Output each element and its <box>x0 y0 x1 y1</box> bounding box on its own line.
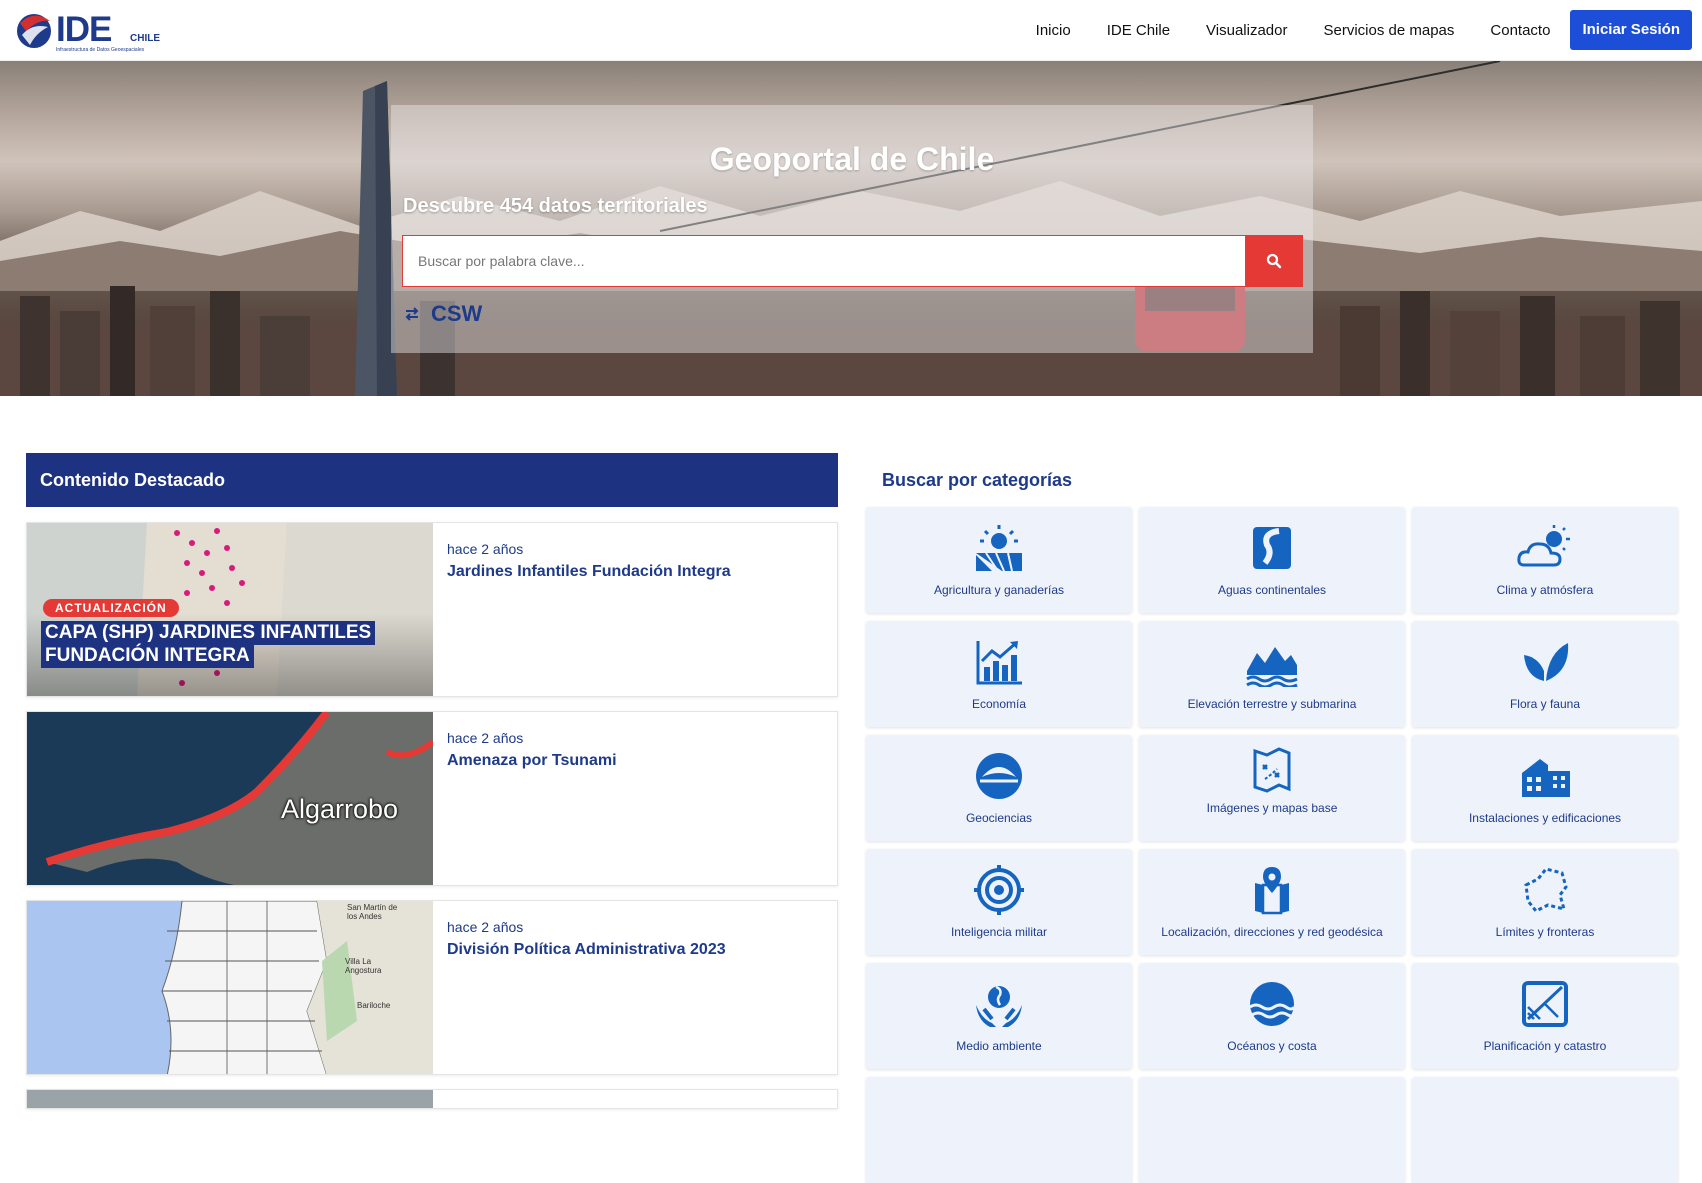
map-label-san-martin: San Martín de los Andes <box>347 903 398 921</box>
category-label: Océanos y costa <box>1227 1039 1317 1053</box>
category-label: Inteligencia militar <box>950 925 1048 939</box>
card-title[interactable]: Jardines Infantiles Fundación Integra <box>447 563 731 581</box>
category-label: Clima y atmósfera <box>1496 583 1594 597</box>
category-label: Límites y fronteras <box>1495 925 1595 939</box>
logo-name: IDE <box>56 10 112 49</box>
card-date: hace 2 años <box>447 730 524 746</box>
login-button[interactable]: Iniciar Sesión <box>1570 10 1692 50</box>
climate-icon <box>1517 525 1570 567</box>
category-economia[interactable]: Economía <box>866 621 1132 727</box>
category-oceanos[interactable]: Océanos y costa <box>1139 963 1405 1069</box>
featured-heading: Contenido Destacado <box>26 453 838 507</box>
site-header: IDE CHILE Infraestructura de Datos Geoes… <box>0 0 1702 61</box>
elevation-icon <box>1246 647 1298 687</box>
category-label: Localización, direcciones y red geodésic… <box>1161 925 1383 939</box>
category-flora-fauna[interactable]: Flora y fauna <box>1412 621 1678 727</box>
card-image-division-map: San Martín de los Andes Villa La Angostu… <box>27 901 433 1074</box>
location-icon <box>1255 867 1289 915</box>
category-clima[interactable]: Clima y atmósfera <box>1412 507 1678 613</box>
featured-card-division-politica[interactable]: San Martín de los Andes Villa La Angostu… <box>26 900 838 1075</box>
search-input[interactable] <box>402 235 1245 287</box>
buildings-icon <box>1522 759 1570 797</box>
category-geociencias[interactable]: Geociencias <box>866 735 1132 841</box>
geosciences-icon <box>976 753 1022 799</box>
category-label: Flora y fauna <box>1509 697 1581 711</box>
category-partial-2[interactable] <box>1139 1077 1405 1183</box>
card-date: hace 2 años <box>447 541 524 557</box>
category-inteligencia-militar[interactable]: Inteligencia militar <box>866 849 1132 955</box>
card-image-jardines-map: ACTUALIZACIÓN CAPA (SHP) JARDINES INFANT… <box>27 523 433 696</box>
ocean-icon <box>1249 982 1296 1026</box>
exchange-arrows-icon <box>405 307 419 321</box>
boundaries-icon <box>1524 867 1568 913</box>
globe-logo-icon <box>17 14 51 48</box>
planning-icon <box>1522 981 1568 1027</box>
card-image-badge: ACTUALIZACIÓN <box>43 599 179 617</box>
card-image-title-line1: CAPA (SHP) JARDINES INFANTILES <box>41 621 376 645</box>
hero-banner: Geoportal de Chile Descubre 454 datos te… <box>0 61 1702 396</box>
hero-subtitle: Descubre 454 datos territoriales <box>403 195 708 217</box>
nav-ide-chile[interactable]: IDE Chile <box>1107 22 1170 39</box>
division-map-thumbnail <box>27 901 433 1074</box>
csw-link[interactable]: CSW <box>403 301 482 327</box>
agriculture-icon <box>976 525 1022 572</box>
category-label: Aguas continentales <box>1217 583 1327 597</box>
card-date: hace 2 años <box>447 919 524 935</box>
environment-icon <box>976 985 1022 1027</box>
category-label: Planificación y catastro <box>1483 1039 1607 1053</box>
ide-chile-logo[interactable]: IDE CHILE Infraestructura de Datos Geoes… <box>12 5 172 55</box>
category-label: Elevación terrestre y submarina <box>1187 697 1357 711</box>
hero-search-panel: Geoportal de Chile Descubre 454 datos te… <box>391 105 1313 353</box>
nav-contacto[interactable]: Contacto <box>1490 22 1550 39</box>
card-image-title-line2: FUNDACIÓN INTEGRA <box>41 644 254 668</box>
category-elevacion[interactable]: Elevación terrestre y submarina <box>1139 621 1405 727</box>
card-title[interactable]: Amenaza por Tsunami <box>447 752 617 770</box>
category-label: Agricultura y ganaderías <box>933 583 1065 597</box>
hero-title: Geoportal de Chile <box>709 141 995 177</box>
logo-country: CHILE <box>130 33 160 44</box>
search-button[interactable] <box>1245 235 1303 287</box>
category-label: Medio ambiente <box>956 1039 1042 1053</box>
featured-card-jardines[interactable]: ACTUALIZACIÓN CAPA (SHP) JARDINES INFANT… <box>26 522 838 697</box>
categories-heading: Buscar por categorías <box>882 470 1073 490</box>
economy-icon <box>976 641 1022 685</box>
main-nav: Inicio IDE Chile Visualizador Servicios … <box>1018 10 1692 50</box>
category-label: Imágenes y mapas base <box>1206 801 1338 815</box>
category-label: Instalaciones y edificaciones <box>1468 811 1622 825</box>
search-icon <box>1266 253 1282 269</box>
map-label-bariloche: Bariloche <box>357 1001 391 1010</box>
featured-card-partial[interactable] <box>26 1089 838 1109</box>
category-agricultura[interactable]: Agricultura y ganaderías <box>866 507 1132 613</box>
csw-label: CSW <box>431 301 483 326</box>
category-instalaciones[interactable]: Instalaciones y edificaciones <box>1412 735 1678 841</box>
card-image-place-label: Algarrobo <box>281 794 399 824</box>
search-bar <box>402 235 1303 287</box>
category-partial-1[interactable] <box>866 1077 1132 1183</box>
basemap-icon <box>1253 747 1291 793</box>
category-label: Economía <box>971 697 1027 711</box>
military-icon <box>974 865 1024 915</box>
map-label-villa-angostura: Villa La Angostura <box>345 957 382 975</box>
logo-tagline: Infraestructura de Datos Geoespaciales <box>56 47 145 53</box>
category-localizacion[interactable]: Localización, direcciones y red geodésic… <box>1139 849 1405 955</box>
card-image-tsunami-map: Algarrobo <box>27 712 433 885</box>
inland-water-icon <box>1253 527 1291 569</box>
featured-card-tsunami[interactable]: Algarrobo hace 2 años Amenaza por Tsunam… <box>26 711 838 886</box>
category-aguas-continentales[interactable]: Aguas continentales <box>1139 507 1405 613</box>
category-medio-ambiente[interactable]: Medio ambiente <box>866 963 1132 1069</box>
category-limites[interactable]: Límites y fronteras <box>1412 849 1678 955</box>
category-imagenes[interactable]: Imágenes y mapas base <box>1139 735 1405 841</box>
category-planificacion[interactable]: Planificación y catastro <box>1412 963 1678 1069</box>
nav-visualizador[interactable]: Visualizador <box>1206 22 1287 39</box>
category-partial-3[interactable] <box>1412 1077 1678 1183</box>
card-title[interactable]: División Política Administrativa 2023 <box>447 941 726 959</box>
flora-fauna-icon <box>1524 643 1569 681</box>
nav-servicios-de-mapas[interactable]: Servicios de mapas <box>1324 22 1455 39</box>
category-label: Geociencias <box>965 811 1033 825</box>
nav-inicio[interactable]: Inicio <box>1036 22 1071 39</box>
